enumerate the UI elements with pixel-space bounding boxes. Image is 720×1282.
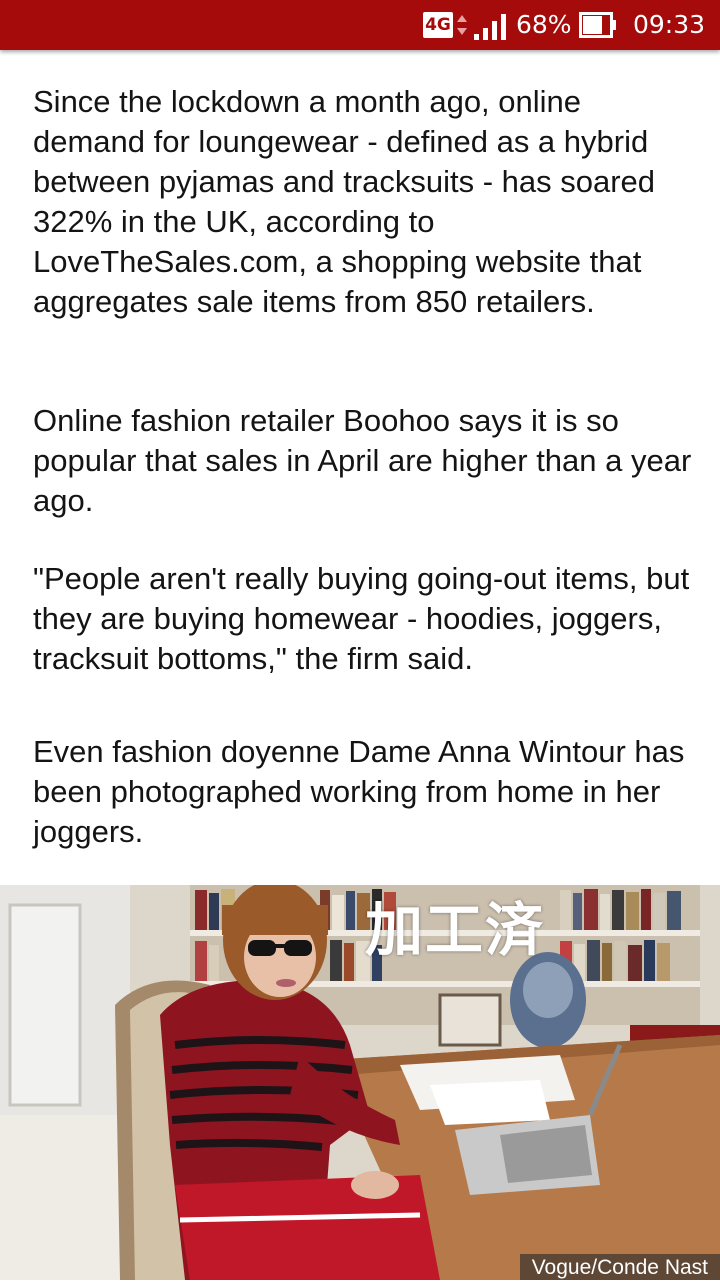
photo-credit: Vogue/Conde Nast	[519, 1254, 720, 1280]
status-bar: 4G 68% 09:33	[0, 0, 720, 50]
battery-icon	[579, 12, 616, 38]
article-paragraph: Even fashion doyenne Dame Anna Wintour h…	[33, 734, 685, 849]
clock: 09:33	[633, 10, 706, 39]
network-type-icon: 4G	[423, 12, 453, 38]
battery-percentage: 68%	[516, 10, 572, 39]
article-paragraph: "People aren't really buying going-out i…	[33, 561, 690, 676]
signal-strength-icon	[474, 14, 506, 40]
watermark-text: 加工済	[365, 896, 546, 964]
article-photo[interactable]	[0, 885, 720, 1280]
article-paragraph: Online fashion retailer Boohoo says it i…	[33, 403, 692, 518]
data-activity-icon	[457, 15, 467, 35]
photo-illustration	[0, 885, 720, 1280]
article-paragraph: Since the lockdown a month ago, online d…	[33, 84, 656, 319]
